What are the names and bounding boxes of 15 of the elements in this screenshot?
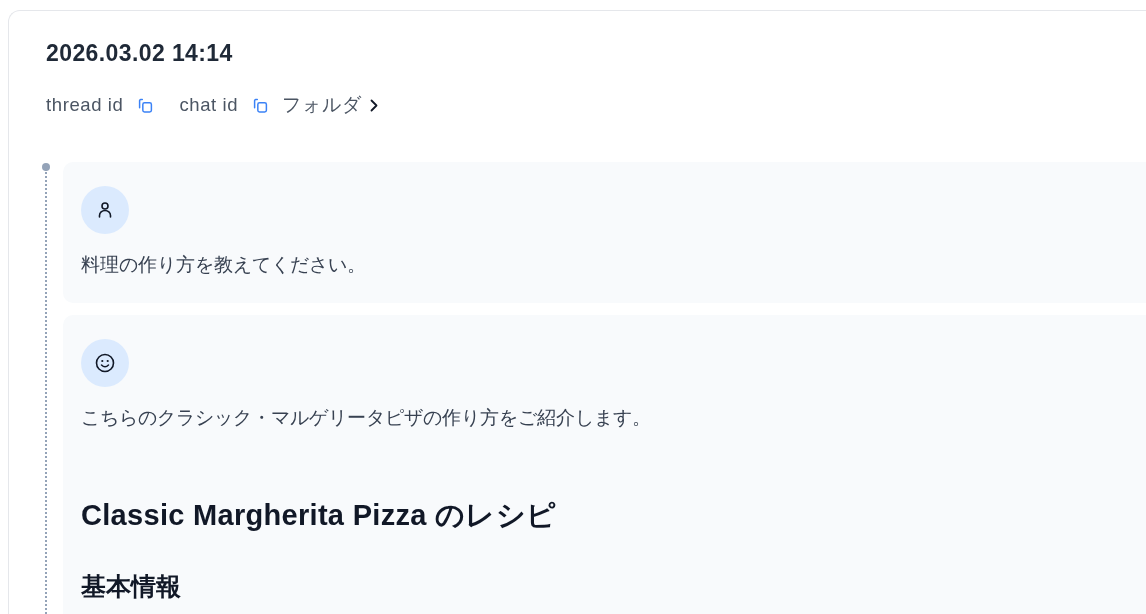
section-heading: 基本情報	[81, 571, 181, 602]
person-avatar-icon	[81, 186, 129, 234]
message-text: こちらのクラシック・マルゲリータピザの作り方をご紹介します。	[81, 406, 652, 430]
message-text: 料理の作り方を教えてください。	[81, 253, 367, 277]
folder-link[interactable]: フォルダ	[282, 93, 379, 117]
chevron-right-icon	[370, 98, 379, 112]
id-label: thread id	[46, 93, 124, 117]
recipe-heading: Classic Margherita Pizza のレシピ	[81, 498, 557, 533]
copy-button[interactable]	[138, 97, 154, 113]
copy-icon	[138, 97, 154, 113]
copy-icon	[253, 97, 269, 113]
id-label: chat id	[179, 93, 239, 117]
smiley-face-avatar-icon	[81, 339, 129, 387]
copy-button[interactable]	[253, 97, 269, 113]
thread-timestamp: 2026.03.02 14:14	[46, 39, 233, 67]
